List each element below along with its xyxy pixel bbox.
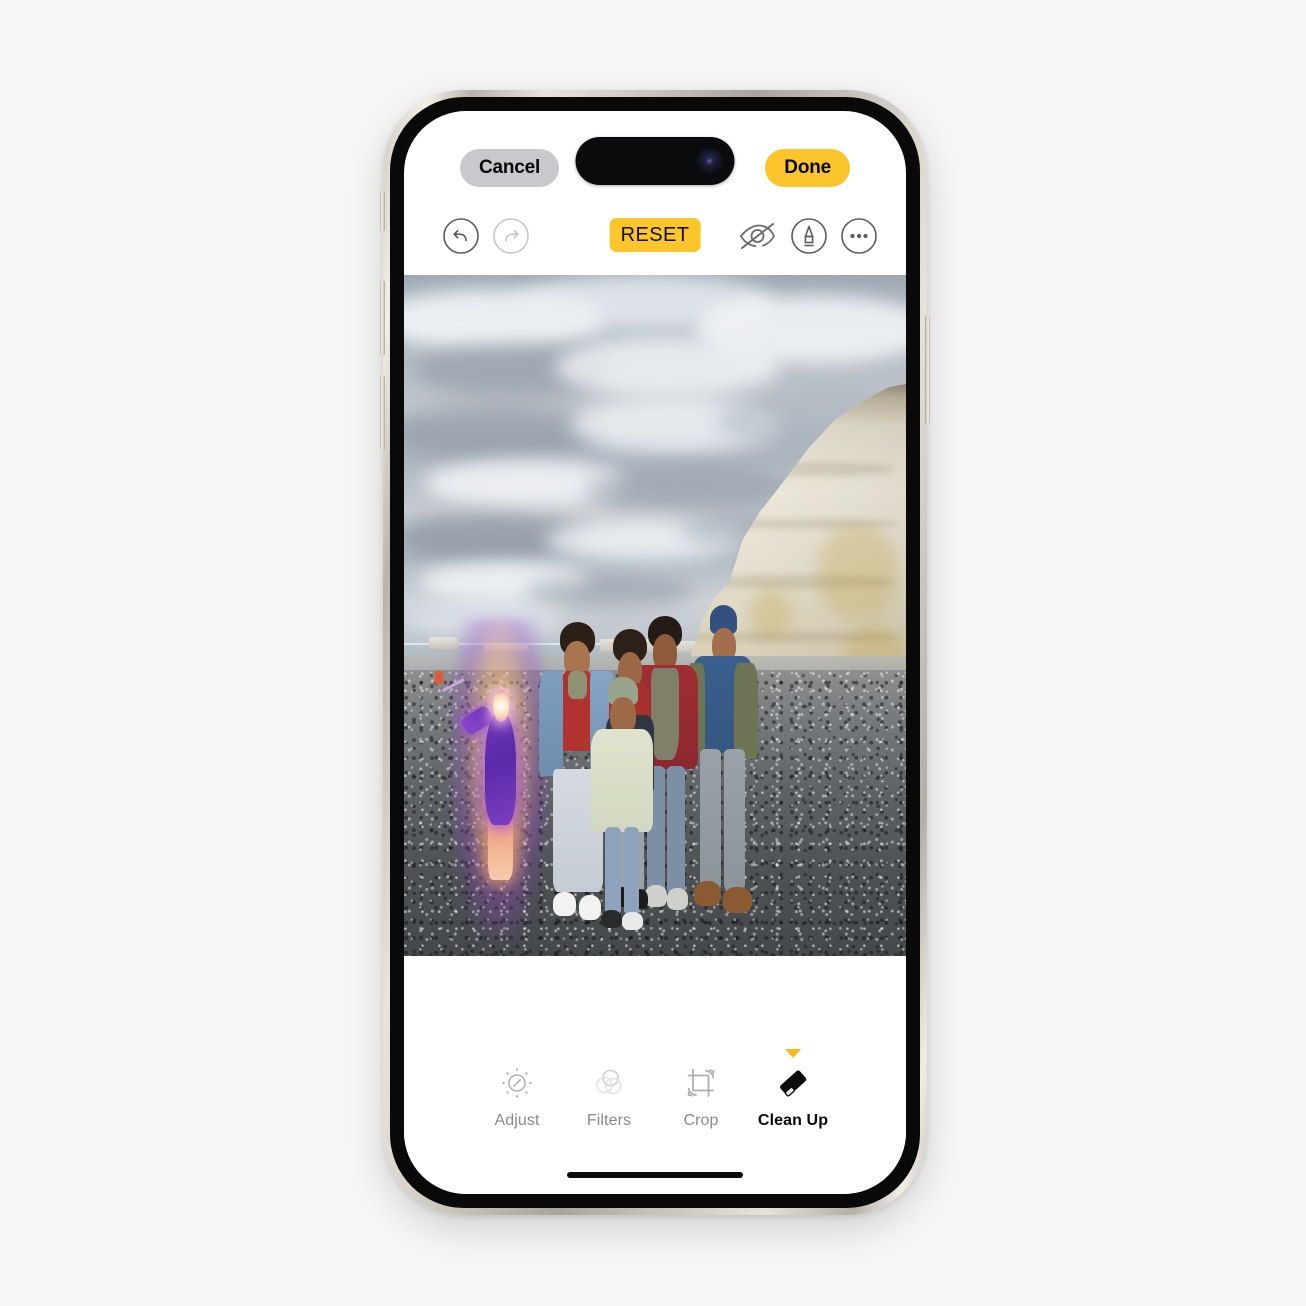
volume-down-button[interactable] — [380, 375, 385, 451]
leg — [724, 749, 746, 891]
tool-adjust[interactable]: Adjust — [471, 1061, 563, 1132]
tool-label: Adjust — [494, 1112, 540, 1129]
selected-tool-indicator — [785, 1049, 801, 1058]
sleeve-right — [734, 662, 759, 759]
photo-image — [404, 275, 906, 956]
shoe — [622, 912, 644, 931]
denim-jacket-left — [538, 671, 563, 776]
tool-crop[interactable]: Crop — [655, 1061, 747, 1132]
cloud — [554, 336, 781, 398]
cleanup-subject-body — [485, 711, 517, 826]
tool-label: Clean Up — [757, 1112, 829, 1129]
tool-filters[interactable]: Filters — [563, 1061, 655, 1132]
power-button[interactable] — [925, 315, 930, 425]
photo-edit-canvas[interactable] — [404, 275, 906, 956]
leg — [605, 826, 621, 915]
cloud — [584, 465, 796, 514]
cloud — [524, 574, 696, 609]
crop-rotate-icon — [684, 1061, 718, 1105]
leg — [700, 749, 722, 891]
cancel-button[interactable]: Cancel — [460, 149, 560, 187]
inner-top — [567, 671, 587, 699]
cleanup-eraser-icon — [776, 1061, 810, 1105]
phone-device-frame: Cancel Done RESET Adjust Filters Crop Cl… — [380, 90, 930, 1215]
leg — [623, 826, 640, 915]
adjust-dial-icon — [500, 1061, 534, 1105]
editor-bottom-panel: Adjust Filters Crop Clean Up — [404, 956, 906, 1194]
filters-circles-icon — [592, 1061, 626, 1105]
shoe — [601, 909, 623, 928]
phone-screen: Cancel Done RESET Adjust Filters Crop Cl… — [404, 111, 906, 1194]
tool-label: Filters — [586, 1112, 632, 1129]
reset-button[interactable]: RESET — [609, 218, 701, 252]
editor-top-bar: Cancel Done — [404, 111, 906, 221]
selfie-stick-phone — [435, 671, 443, 684]
more-ellipsis-icon[interactable] — [840, 217, 878, 255]
shoe — [666, 888, 688, 910]
undo-icon[interactable] — [442, 217, 480, 255]
volume-up-button[interactable] — [380, 280, 385, 356]
done-button[interactable]: Done — [765, 149, 850, 187]
cleanup-selection-highlight[interactable] — [435, 618, 549, 940]
dynamic-island — [575, 137, 735, 185]
action-button[interactable] — [380, 190, 385, 232]
editor-tool-row: RESET — [404, 206, 906, 268]
leg — [666, 765, 685, 895]
eye-slash-icon[interactable] — [736, 219, 778, 253]
front-camera-icon — [696, 148, 723, 174]
phone-bezel: Cancel Done RESET Adjust Filters Crop Cl… — [390, 97, 920, 1208]
home-indicator[interactable] — [567, 1172, 743, 1178]
cream-quilted-coat — [591, 728, 654, 833]
shoe — [722, 886, 752, 913]
person-child — [587, 676, 657, 936]
redo-icon[interactable] — [492, 217, 530, 255]
screenshot-canvas: Cancel Done RESET Adjust Filters Crop Cl… — [0, 0, 1306, 1306]
markup-pen-icon[interactable] — [790, 217, 828, 255]
tool-label: Crop — [683, 1112, 719, 1129]
cleanup-subject-head — [492, 690, 509, 722]
edit-mode-toolbar: Adjust Filters Crop Clean Up — [404, 1036, 906, 1132]
shoe — [553, 891, 576, 917]
tool-clean-up[interactable]: Clean Up — [747, 1049, 839, 1132]
